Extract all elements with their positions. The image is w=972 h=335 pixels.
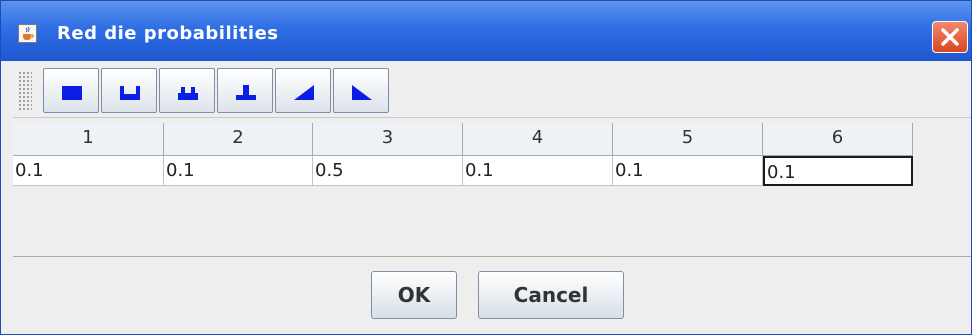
column-header-6[interactable]: 6 [763, 123, 913, 156]
decreasing-distribution-icon [352, 85, 372, 100]
probability-table: 1 2 3 4 5 6 0.1 0.1 0.5 0.1 0.1 0.1 [13, 123, 971, 256]
probability-cell-4[interactable]: 0.1 [463, 156, 613, 186]
bimodal-distribution-button[interactable] [159, 68, 215, 113]
uniform-distribution-button[interactable] [43, 68, 99, 113]
button-separator [13, 256, 971, 257]
increasing-distribution-button[interactable] [275, 68, 331, 113]
toolbar-grip[interactable] [18, 71, 32, 111]
peaked-distribution-button[interactable] [217, 68, 273, 113]
column-header-5[interactable]: 5 [613, 123, 763, 156]
java-coffee-icon [18, 24, 37, 43]
probability-cell-1[interactable]: 0.1 [13, 156, 164, 186]
close-button[interactable] [932, 21, 968, 53]
probability-cell-6[interactable]: 0.1 [763, 156, 913, 186]
u-shaped-distribution-button[interactable] [101, 68, 157, 113]
ok-button[interactable]: OK [371, 271, 457, 319]
distribution-toolbar [13, 65, 971, 118]
dialog-window: Red die probabilities 1 2 3 4 5 6 0.1 0.… [0, 0, 972, 335]
peaked-distribution-icon [236, 85, 256, 100]
column-header-1[interactable]: 1 [13, 123, 164, 156]
decreasing-distribution-button[interactable] [333, 68, 389, 113]
uniform-distribution-icon [62, 86, 82, 100]
window-title: Red die probabilities [57, 23, 279, 44]
title-bar[interactable]: Red die probabilities [1, 1, 971, 61]
bimodal-distribution-icon [178, 87, 198, 100]
column-header-2[interactable]: 2 [164, 123, 313, 156]
probability-cell-5[interactable]: 0.1 [613, 156, 763, 186]
close-x-icon [941, 28, 959, 46]
u-shaped-distribution-icon [120, 86, 140, 100]
column-header-3[interactable]: 3 [313, 123, 463, 156]
cancel-button[interactable]: Cancel [478, 271, 624, 319]
column-header-4[interactable]: 4 [463, 123, 613, 156]
probability-cell-3[interactable]: 0.5 [313, 156, 463, 186]
increasing-distribution-icon [294, 85, 314, 100]
probability-cell-2[interactable]: 0.1 [164, 156, 313, 186]
